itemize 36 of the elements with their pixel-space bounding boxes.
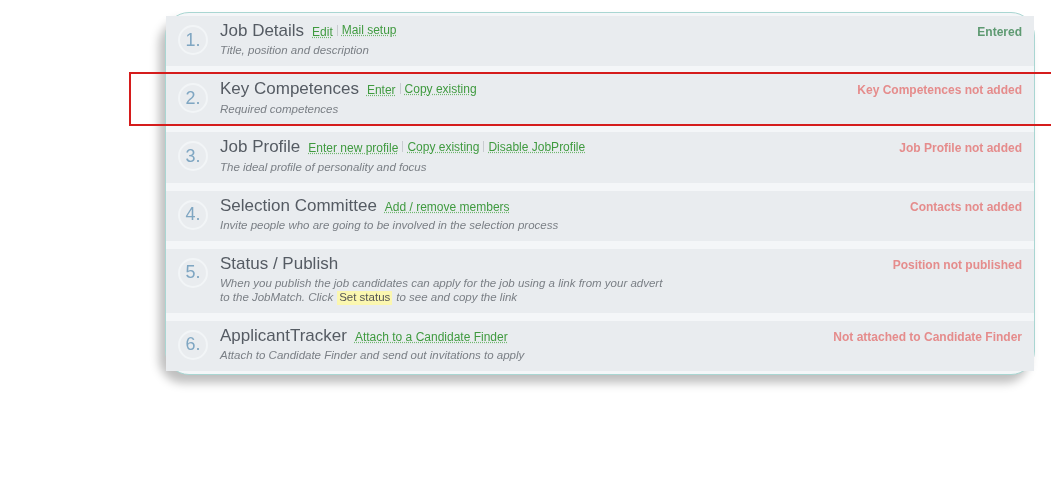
- step-title: Status / Publish: [220, 253, 339, 275]
- step-title: Job Details: [220, 21, 305, 42]
- highlighted-text: Set status: [337, 290, 393, 305]
- step-description: The ideal profile of personality and focus: [220, 160, 427, 175]
- step-link[interactable]: Mail setup: [341, 23, 397, 38]
- step-description: to the JobMatch. Click: [220, 290, 334, 305]
- step-link[interactable]: Attach to a Candidate Finder: [354, 329, 508, 345]
- step-description: When you publish the job candidates can apply for the job using a link from your advert: [220, 277, 663, 291]
- step-status: Key Competences not added: [857, 83, 1022, 98]
- step-link[interactable]: Copy existing: [404, 81, 477, 96]
- step-link[interactable]: Add / remove members: [384, 199, 510, 214]
- step-number: 2.: [178, 83, 208, 114]
- step-title: ApplicantTracker: [220, 325, 347, 347]
- step-status: Position not published: [892, 257, 1022, 273]
- step-status: Not attached to Candidate Finder: [833, 329, 1022, 345]
- step-link[interactable]: Enter: [366, 83, 396, 98]
- step-link[interactable]: Disable JobProfile: [488, 139, 586, 155]
- step-status: Entered: [977, 25, 1022, 40]
- step-status: Contacts not added: [910, 199, 1022, 214]
- step-description: Attach to Candidate Finder and send out invitations to apply: [220, 349, 525, 363]
- step-link[interactable]: Enter new profile: [308, 141, 399, 156]
- step-title: Selection Committee: [220, 195, 377, 216]
- step-number: 4.: [178, 199, 208, 230]
- step-description: to see and copy the link: [396, 290, 518, 305]
- step-title: Key Competences: [220, 79, 359, 100]
- step-description: Title, position and description: [220, 44, 369, 59]
- step-number: 6.: [178, 329, 208, 360]
- step-description: Required competences: [220, 102, 339, 117]
- step-status: Job Profile not added: [899, 141, 1022, 156]
- step-description: Invite people who are going to be involved in the selection process: [220, 218, 559, 233]
- step-number: 5.: [178, 257, 208, 288]
- step-link[interactable]: Edit: [312, 25, 333, 40]
- step-link[interactable]: Copy existing: [407, 139, 480, 155]
- step-number: 1.: [178, 25, 208, 55]
- step-number: 3.: [178, 141, 208, 172]
- step-title: Job Profile: [220, 137, 301, 158]
